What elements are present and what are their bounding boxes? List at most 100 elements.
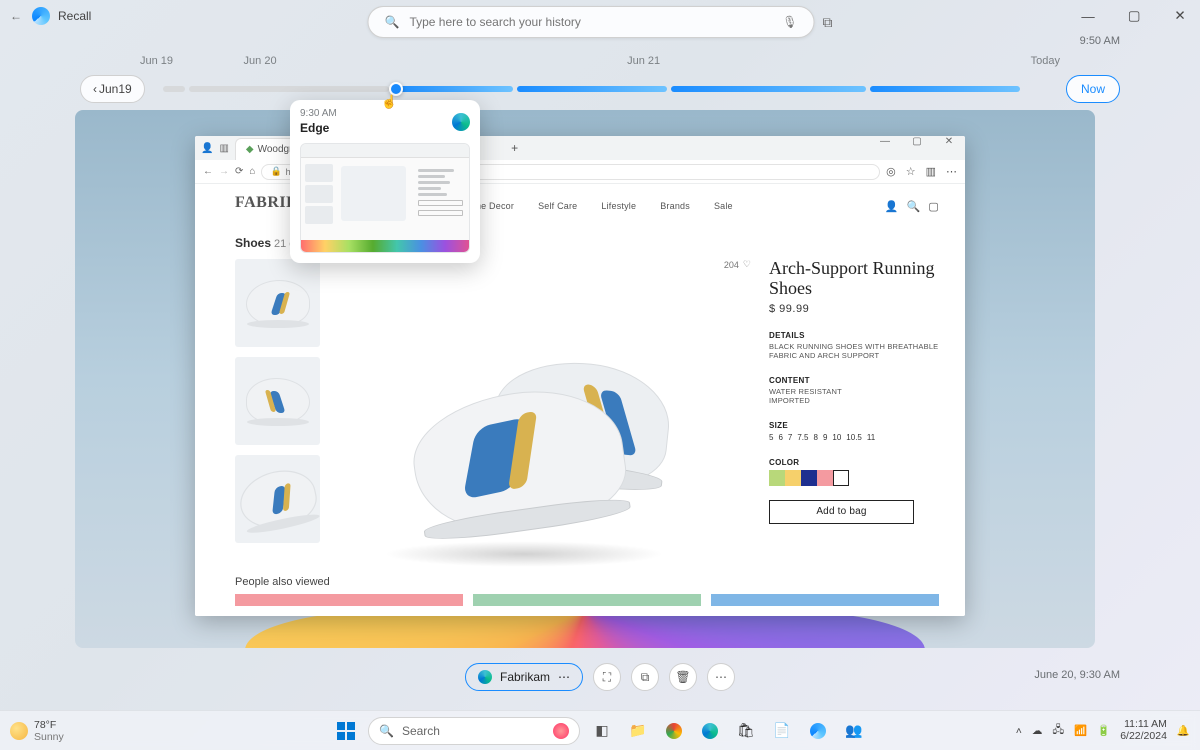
recall-button[interactable] [804, 717, 832, 745]
chevron-left-icon: ‹ [93, 82, 97, 96]
crop-button[interactable]: ⛶ [593, 663, 621, 691]
store-button[interactable]: 🛍 [732, 717, 760, 745]
account-icon: 👤 [885, 200, 899, 213]
tooltip-app: Edge [300, 121, 337, 135]
maximize-button[interactable]: ▢ [1114, 0, 1154, 32]
product-price: $ 99.99 [769, 303, 939, 315]
heart-icon: ♡ [743, 259, 751, 270]
swatch-3 [801, 470, 817, 486]
word-button[interactable]: 📄 [768, 717, 796, 745]
swatch-5 [833, 470, 849, 486]
more-actions-button[interactable]: ⋯ [707, 663, 735, 691]
jump-prev-day-button[interactable]: ‹ Jun19 [80, 75, 145, 103]
chrome-button[interactable] [660, 717, 688, 745]
details-head: DETAILS [769, 331, 939, 340]
size-head: SIZE [769, 421, 939, 430]
timeline-tooltip: 9:30 AM Edge [290, 100, 480, 263]
tooltip-time: 9:30 AM [300, 108, 337, 119]
tracking-icon: ◎ [886, 165, 896, 178]
explorer-button[interactable]: 📁 [624, 717, 652, 745]
edge-logo-icon [452, 113, 470, 131]
edge-icon [478, 670, 492, 684]
tray-connect-icon[interactable]: 🖧 [1052, 722, 1064, 740]
weather-cond: Sunny [34, 731, 64, 743]
delete-button[interactable]: 🗑 [669, 663, 697, 691]
content-text2: IMPORTED [769, 396, 939, 405]
nav-sale: Sale [714, 201, 733, 211]
nav-refresh-icon: ⟳ [235, 166, 243, 177]
content-head: CONTENT [769, 376, 939, 385]
start-button[interactable] [332, 717, 360, 745]
inner-win-controls: —▢✕ [869, 136, 965, 147]
search-bar[interactable]: 🔍 🎙 [368, 6, 815, 38]
taskbar-search-label: Search [402, 724, 440, 738]
bag-icon: ▢ [928, 200, 939, 213]
open-in-app-button[interactable]: Fabrikam ⋯ [465, 663, 583, 691]
timeline-track[interactable] [163, 86, 1048, 92]
clock-time: 11:11 AM [1120, 719, 1167, 731]
jump-prev-day-label: Jun19 [99, 82, 132, 96]
also-viewed-title: People also viewed [235, 576, 939, 588]
add-to-bag-button: Add to bag [769, 500, 914, 524]
jump-now-button[interactable]: Now [1066, 75, 1120, 103]
swatch-1 [769, 470, 785, 486]
snapshot-timestamp: June 20, 9:30 AM [1034, 669, 1120, 681]
swatch-4 [817, 470, 833, 486]
nav-self-care: Self Care [538, 201, 577, 211]
app-title: Recall [58, 9, 91, 23]
tray-wifi-icon[interactable]: 📶 [1074, 724, 1087, 737]
close-button[interactable]: ✕ [1160, 0, 1200, 32]
thumbnail-1 [235, 259, 320, 347]
store-search-icon: 🔍 [907, 200, 921, 213]
back-button[interactable]: ← [6, 9, 26, 23]
tl-date-1: Jun 20 [244, 55, 277, 67]
task-view-button[interactable]: ◧ [588, 717, 616, 745]
mic-icon[interactable]: 🎙 [782, 15, 797, 29]
tray-onedrive-icon[interactable]: ☁ [1032, 725, 1043, 737]
also-viewed-row [235, 594, 939, 606]
nav-home-icon: ⌂ [249, 166, 255, 177]
nav-back-icon: ← [203, 166, 213, 177]
product-title: Arch-Support Running Shoes [769, 259, 939, 299]
minimize-button[interactable]: — [1068, 0, 1108, 32]
tl-date-3: Today [1031, 55, 1060, 67]
color-swatches [769, 470, 939, 486]
tray-chevron-icon[interactable]: ˄ [1016, 725, 1022, 737]
size-list: 56 77.5 89 1010.5 11 [769, 433, 939, 442]
lock-icon: 🔒 [270, 166, 281, 177]
snap-layouts-icon[interactable]: ⧉ [823, 14, 833, 31]
collections-icon: ▥ [926, 165, 936, 178]
cursor-icon: ☝ [381, 94, 397, 110]
search-input[interactable] [409, 7, 772, 37]
product-hero-image [354, 273, 684, 561]
weather-temp: 78°F [34, 719, 64, 731]
copy-button[interactable]: ⧉ [631, 663, 659, 691]
clock[interactable]: 11:11 AM 6/22/2024 [1120, 719, 1167, 742]
more-icon: ⋯ [946, 165, 957, 178]
notifications-icon[interactable]: 🔔 [1177, 724, 1190, 737]
open-in-app-label: Fabrikam [500, 670, 550, 684]
workspace-icon: ▥ [219, 143, 228, 154]
new-tab-button: + [511, 141, 518, 155]
windows-logo-icon [337, 722, 355, 740]
tl-current-time: 9:50 AM [1080, 35, 1120, 47]
color-head: COLOR [769, 458, 939, 467]
taskbar-search-icon: 🔍 [379, 724, 394, 738]
teams-button[interactable]: 👥 [840, 717, 868, 745]
profile-icon: 👤 [201, 143, 213, 154]
nav-lifestyle: Lifestyle [601, 201, 636, 211]
breadcrumb-main: Shoes [235, 236, 271, 250]
search-icon: 🔍 [385, 15, 400, 29]
weather-widget[interactable]: 78°F Sunny [10, 719, 64, 743]
details-text: BLACK RUNNING SHOES WITH BREATHABLE FABR… [769, 342, 939, 360]
taskbar-search[interactable]: 🔍 Search [368, 717, 580, 745]
favorite-icon: ☆ [906, 165, 916, 178]
tray-battery-icon[interactable]: 🔋 [1097, 724, 1110, 737]
swatch-2 [785, 470, 801, 486]
edge-button[interactable] [696, 717, 724, 745]
sun-icon [10, 722, 28, 740]
chip-more-icon[interactable]: ⋯ [558, 670, 570, 684]
nav-fwd-icon: → [219, 166, 229, 177]
recall-logo-icon [32, 7, 50, 25]
nav-brands: Brands [660, 201, 690, 211]
